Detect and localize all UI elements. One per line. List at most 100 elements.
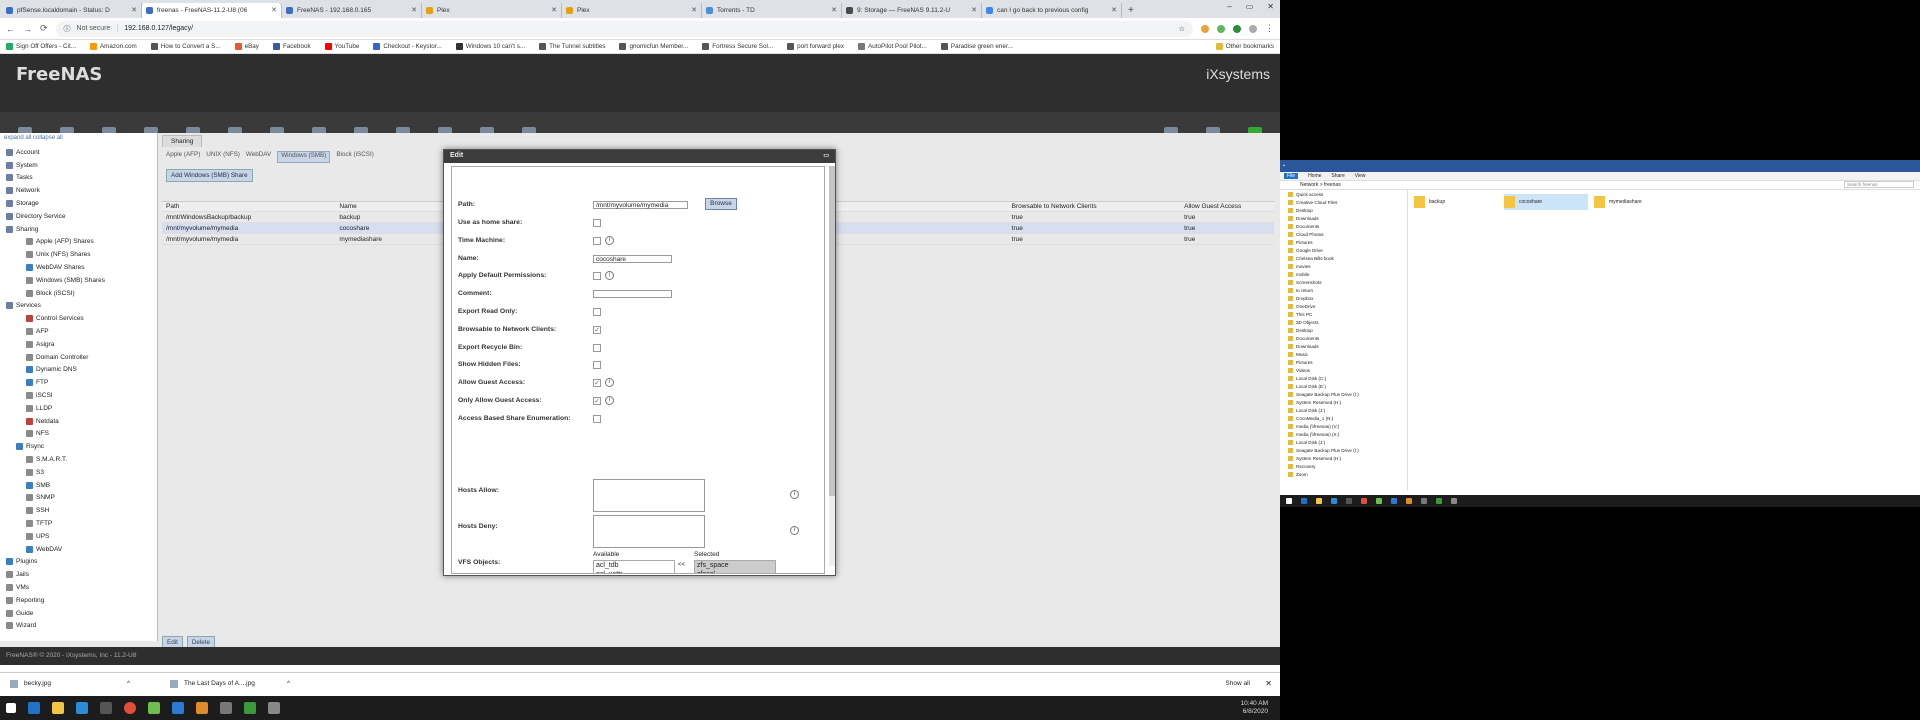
tree-node[interactable]: Sharing — [0, 223, 157, 236]
bookmark[interactable]: Checkout - Keystor... — [373, 43, 442, 50]
tree-node[interactable]: AFP — [0, 325, 157, 338]
tree-node[interactable]: LLDP — [0, 402, 157, 415]
browser-tab[interactable]: Plex ✕ — [562, 3, 702, 18]
tree-node[interactable]: Storage — [0, 197, 157, 210]
close-icon[interactable]: ✕ — [1265, 679, 1272, 688]
nav-item[interactable]: Downloads — [1280, 342, 1407, 350]
tree-node[interactable]: Asigra — [0, 338, 157, 351]
vfs-option[interactable]: acl_tdb — [596, 561, 674, 570]
tree-node[interactable]: Rsync — [0, 440, 157, 453]
tree-node[interactable]: TFTP — [0, 517, 157, 530]
nav-item[interactable]: Local Disk (E:) — [1280, 382, 1407, 390]
close-tab-icon[interactable]: ✕ — [551, 6, 557, 14]
network-share-folder[interactable]: backup — [1414, 194, 1498, 210]
subtab[interactable]: WebDAV — [246, 151, 271, 163]
tree-expand-collapse[interactable]: expand all collapse all — [0, 133, 157, 146]
tree-node[interactable]: Guide — [0, 607, 157, 620]
browser-tab[interactable]: can I go back to previous config ✕ — [982, 3, 1122, 18]
subtab[interactable]: Apple (AFP) — [166, 151, 200, 163]
checkbox[interactable]: ✓ — [593, 379, 601, 388]
checkbox[interactable] — [593, 236, 601, 245]
tree-node[interactable]: Services — [0, 300, 157, 313]
info-icon[interactable]: i — [605, 235, 614, 245]
windows-start-icon[interactable] — [6, 703, 16, 713]
bookmark[interactable]: The Tunnel subtitles — [539, 43, 605, 50]
extension-icon[interactable] — [1233, 24, 1241, 33]
forward-icon[interactable]: → — [23, 24, 32, 34]
nav-item[interactable]: Music — [1280, 350, 1407, 358]
bookmark[interactable]: Fortress Secure Sol... — [702, 43, 773, 50]
checkbox[interactable] — [593, 272, 601, 281]
info-icon[interactable]: i — [605, 396, 614, 405]
tree-node[interactable]: Plugins — [0, 556, 157, 569]
selected-vfs-list[interactable]: zfs_spacezfsaclstreams_xattr — [694, 560, 776, 573]
tree-node[interactable]: WebDAV Shares — [0, 261, 157, 274]
nav-item[interactable]: 3D Objects — [1280, 318, 1407, 326]
browse-button[interactable]: Browse — [705, 198, 737, 210]
nav-item[interactable]: System Reserved (H:) — [1280, 398, 1407, 406]
tree-node[interactable]: UPS — [0, 530, 157, 543]
tree-node[interactable]: VMs — [0, 581, 157, 594]
tree-node[interactable]: Wizard — [0, 619, 157, 632]
tree-node[interactable]: Block (iSCSI) — [0, 287, 157, 300]
nav-item[interactable]: Seagate Backup Plus Drive (I:) — [1280, 446, 1407, 454]
ribbon-tab[interactable]: Home — [1308, 173, 1321, 179]
bookmark[interactable]: Amazon.com — [89, 43, 137, 50]
info-icon[interactable]: i — [605, 378, 614, 388]
hosts-deny-textarea[interactable] — [593, 515, 705, 548]
bookmark[interactable]: port forward plex — [787, 43, 844, 50]
nav-item[interactable]: Screenshots — [1280, 278, 1407, 286]
explorer-address[interactable]: Network > freenas — [1280, 181, 1920, 190]
clock-time[interactable]: 10:40 AM — [1241, 700, 1268, 708]
nav-item[interactable]: Google Drive — [1280, 246, 1407, 254]
info-icon[interactable]: i — [790, 526, 799, 535]
tree-node[interactable]: Domain Controller — [0, 351, 157, 364]
dialog-scrollbar[interactable] — [829, 166, 835, 566]
info-icon[interactable]: i — [790, 490, 799, 499]
torrent-icon[interactable] — [244, 702, 256, 714]
vfs-option[interactable]: zfsacl — [697, 570, 775, 573]
text-input[interactable]: cocoshare — [593, 254, 672, 263]
tree-node[interactable]: Reporting — [0, 594, 157, 607]
download-item[interactable]: The Last Days of A....jpg ^ — [170, 679, 290, 688]
checkbox[interactable] — [593, 308, 601, 316]
bookmark[interactable]: Facebook — [272, 43, 311, 50]
tree-node[interactable]: Dynamic DNS — [0, 364, 157, 377]
nav-item[interactable]: Chelsea Bills book — [1280, 254, 1407, 262]
omnibox[interactable]: ⓘ Not secure | 192.168.0.127/legacy/ ☆ — [55, 20, 1193, 37]
tree-node[interactable]: System — [0, 159, 157, 172]
nav-item[interactable]: Recovery — [1280, 462, 1407, 470]
checkbox[interactable] — [593, 414, 601, 423]
other-bookmarks[interactable]: Other bookmarks — [1215, 43, 1274, 50]
tree-node[interactable]: SSH — [0, 504, 157, 517]
tab-sharing[interactable]: Sharing — [162, 135, 203, 147]
tree-node[interactable]: Netdata — [0, 415, 157, 428]
nav-item[interactable]: Quick access — [1280, 190, 1407, 198]
nav-item[interactable]: OneDrive — [1280, 302, 1407, 310]
network-share-folder[interactable]: cocoshare — [1504, 194, 1588, 210]
close-tab-icon[interactable]: ✕ — [971, 6, 977, 14]
close-tab-icon[interactable]: ✕ — [691, 6, 697, 14]
window-control-icon[interactable]: ✕ — [1267, 2, 1274, 11]
bookmark[interactable]: Paradise green ener... — [940, 43, 1013, 50]
bookmark[interactable]: How to Convert a S... — [150, 43, 221, 50]
ribbon-tab[interactable]: View — [1355, 173, 1366, 179]
browser-tab[interactable]: Torrents - TD ✕ — [702, 3, 842, 18]
nav-item[interactable]: Documents — [1280, 222, 1407, 230]
close-tab-icon[interactable]: ✕ — [271, 6, 277, 14]
bookmark[interactable]: YouTube — [324, 43, 359, 50]
subtab[interactable]: Windows (SMB) — [277, 151, 331, 163]
close-tab-icon[interactable]: ✕ — [411, 6, 417, 14]
nav-item[interactable]: Local Disk (C:) — [1280, 374, 1407, 382]
column-path[interactable]: Path — [162, 203, 335, 210]
nav-item[interactable]: Local Disk (J:) — [1280, 406, 1407, 414]
browser-tab[interactable]: Plex ✕ — [422, 3, 562, 18]
browser-tab[interactable]: FreeNAS - 192.168.0.165 ✕ — [282, 3, 422, 18]
nav-item[interactable]: Desktop — [1280, 206, 1407, 214]
tree-node[interactable]: Account — [0, 146, 157, 159]
browser-tab[interactable]: freenas - FreeNAS-11.2-U8 (06 ✕ — [142, 3, 282, 18]
close-tab-icon[interactable]: ✕ — [831, 6, 837, 14]
window-control-icon[interactable]: – — [1227, 2, 1231, 11]
ie-icon[interactable] — [76, 702, 88, 714]
tree-node[interactable]: iSCSI — [0, 389, 157, 402]
